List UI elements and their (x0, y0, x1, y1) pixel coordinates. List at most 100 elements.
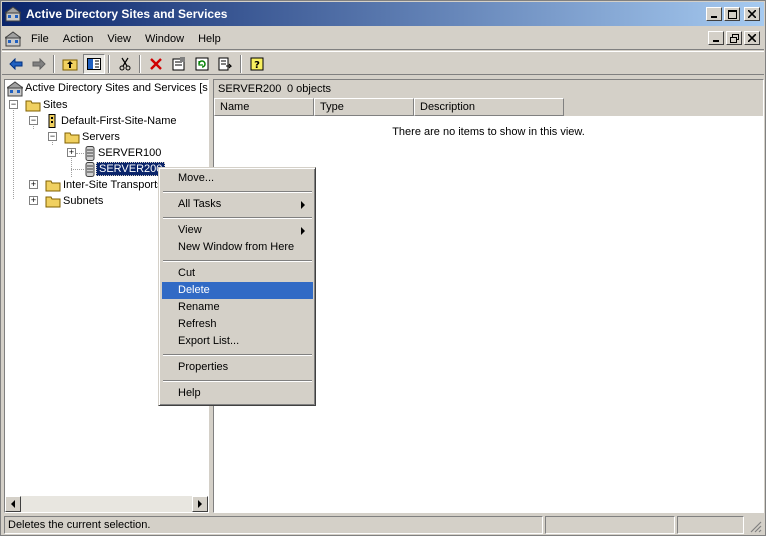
arrow-left-icon (11, 500, 15, 508)
properties-icon (172, 57, 185, 71)
forward-arrow-icon (32, 58, 46, 70)
column-header-name[interactable]: Name (214, 98, 314, 116)
menu-help[interactable]: Help (191, 32, 228, 48)
menu-item-view[interactable]: View (162, 222, 313, 239)
child-close-button[interactable] (744, 31, 760, 45)
menu-item-refresh[interactable]: Refresh (162, 316, 313, 333)
refresh-icon (195, 57, 209, 71)
tree-node-inter-site-transports[interactable]: + Inter-Site Transports (29, 177, 165, 193)
menu-item-label: View (178, 224, 202, 236)
submenu-arrow-icon (301, 201, 305, 209)
toolbar: ? (2, 51, 764, 75)
tree-node-server100[interactable]: + SERVER100 (67, 145, 163, 161)
tree-node-subnets[interactable]: + Subnets (29, 193, 105, 209)
minimize-icon (713, 40, 719, 42)
status-panel (677, 516, 744, 534)
menu-file[interactable]: File (24, 32, 56, 48)
child-restore-button[interactable] (726, 31, 742, 45)
menu-item-delete[interactable]: Delete (162, 282, 313, 299)
tree-node-label: Sites (43, 99, 68, 111)
menu-action[interactable]: Action (56, 32, 101, 48)
menu-item-all-tasks[interactable]: All Tasks (162, 196, 313, 213)
menu-item-cut[interactable]: Cut (162, 265, 313, 282)
close-button[interactable] (744, 7, 760, 21)
scroll-right-button[interactable] (192, 496, 208, 512)
empty-view-message: There are no items to show in this view. (392, 126, 585, 138)
menu-window[interactable]: Window (138, 32, 191, 48)
details-header: SERVER200 0 objects (214, 80, 763, 98)
title-bar[interactable]: Active Directory Sites and Services (2, 2, 764, 26)
collapse-toggle[interactable]: − (48, 132, 57, 141)
site-icon (48, 114, 56, 128)
toolbar-separator (53, 55, 55, 73)
minimize-icon (711, 16, 717, 18)
show-hide-tree-button[interactable] (83, 54, 105, 74)
menu-item-properties[interactable]: Properties (162, 359, 313, 376)
scissors-icon (119, 57, 131, 71)
status-panel (545, 516, 675, 534)
menu-item-label: All Tasks (178, 198, 222, 210)
folder-icon (64, 132, 80, 144)
tree-node-default-site[interactable]: − Default-First-Site-Name (29, 113, 179, 129)
folder-up-icon (62, 59, 78, 71)
maximize-icon (727, 9, 737, 19)
toolbar-separator (240, 55, 242, 73)
status-message: Deletes the current selection. (4, 516, 543, 534)
expand-toggle[interactable]: + (29, 196, 38, 205)
folder-icon (25, 100, 41, 112)
server-icon (85, 145, 95, 161)
menu-item-move[interactable]: Move... (162, 170, 313, 187)
menu-separator (163, 380, 312, 382)
menu-view[interactable]: View (100, 32, 138, 48)
menu-item-help[interactable]: Help (162, 385, 313, 402)
delete-button[interactable] (145, 54, 167, 74)
export-list-button[interactable] (214, 54, 236, 74)
forward-button[interactable] (28, 54, 50, 74)
tree-connector (13, 105, 14, 199)
menu-separator (163, 191, 312, 193)
cut-button[interactable] (114, 54, 136, 74)
ad-sites-app-icon (5, 6, 21, 22)
menu-separator (163, 354, 312, 356)
tree-node-sites[interactable]: − Sites (9, 97, 69, 113)
collapse-toggle[interactable]: − (29, 116, 38, 125)
tree-node-label: Inter-Site Transports (63, 179, 163, 191)
menu-item-export-list[interactable]: Export List... (162, 333, 313, 350)
collapse-toggle[interactable]: − (9, 100, 18, 109)
column-header-type[interactable]: Type (314, 98, 414, 116)
menu-item-rename[interactable]: Rename (162, 299, 313, 316)
menu-bar: File Action View Window Help (2, 28, 764, 50)
child-minimize-button[interactable] (708, 31, 724, 45)
close-icon (748, 34, 756, 42)
tree-node-label: Servers (82, 131, 120, 143)
main-window: Active Directory Sites and Services File… (0, 0, 766, 536)
tree-node-label-selected: SERVER200 (96, 162, 166, 176)
up-one-level-button[interactable] (59, 54, 81, 74)
context-menu: Move... All Tasks View New Window from H… (158, 167, 316, 406)
tree-root-label: Active Directory Sites and Services [se (25, 82, 209, 94)
tree-pane-icon (87, 58, 101, 70)
help-button[interactable]: ? (246, 54, 268, 74)
properties-button[interactable] (168, 54, 190, 74)
tree-horizontal-scrollbar[interactable] (5, 496, 208, 512)
expand-toggle[interactable]: + (29, 180, 38, 189)
back-button[interactable] (5, 54, 27, 74)
close-icon (748, 10, 756, 18)
folder-icon (45, 196, 61, 208)
maximize-button[interactable] (724, 7, 740, 21)
toolbar-separator (108, 55, 110, 73)
menu-item-new-window[interactable]: New Window from Here (162, 239, 313, 256)
tree-node-label: Default-First-Site-Name (61, 115, 177, 127)
expand-toggle[interactable]: + (67, 148, 76, 157)
column-header-description[interactable]: Description (414, 98, 564, 116)
console-icon[interactable] (5, 31, 21, 47)
restore-icon (729, 33, 739, 43)
tree-node-server200[interactable]: SERVER200 (67, 161, 166, 177)
tree-node-servers[interactable]: − Servers (48, 129, 122, 145)
tree-root[interactable]: Active Directory Sites and Services [se (5, 80, 208, 97)
minimize-button[interactable] (706, 7, 722, 21)
size-grip-icon[interactable] (750, 521, 762, 533)
tree-node-label: Subnets (63, 195, 104, 207)
refresh-button[interactable] (191, 54, 213, 74)
scroll-left-button[interactable] (5, 496, 21, 512)
